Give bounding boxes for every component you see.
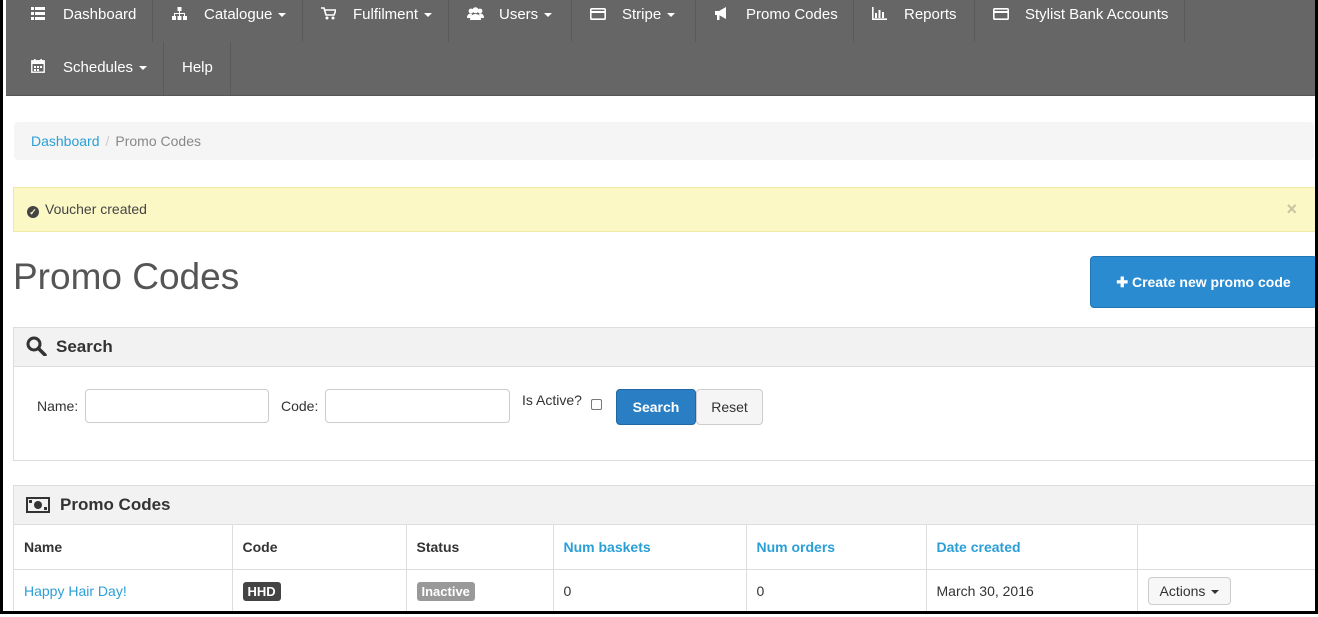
top-navbar: Dashboard Catalogue Fulfilment Users Str…: [6, 0, 1315, 96]
table-row: Happy Hair Day! HHD Inactive 0 0 March 3…: [14, 569, 1315, 611]
nav-fulfilment[interactable]: Fulfilment: [303, 0, 449, 42]
name-input[interactable]: [85, 389, 269, 423]
create-promo-code-button[interactable]: ✚ Create new promo code: [1090, 256, 1315, 308]
is-active-checkbox[interactable]: [591, 399, 602, 410]
promo-codes-panel: Promo Codes Name Code Status Num baskets…: [13, 485, 1315, 611]
row-code-cell: HHD: [232, 569, 407, 611]
app-frame: Dashboard Catalogue Fulfilment Users Str…: [0, 0, 1318, 614]
credit-card-icon: [993, 1, 1009, 20]
bar-chart-icon: [872, 1, 888, 20]
create-promo-code-label: Create new promo code: [1131, 274, 1291, 290]
row-date-created: March 30, 2016: [926, 569, 1138, 611]
alert-message: Voucher created: [45, 201, 147, 217]
col-name: Name: [14, 525, 233, 570]
search-button[interactable]: Search: [616, 389, 696, 425]
list-icon: [31, 1, 47, 20]
name-label: Name:: [37, 398, 79, 414]
promo-codes-table: Name Code Status Num baskets Num orders …: [14, 525, 1315, 611]
cart-icon: [321, 1, 338, 20]
nav-catalogue[interactable]: Catalogue: [154, 0, 303, 42]
row-num-baskets: 0: [553, 569, 747, 611]
code-badge: HHD: [242, 581, 281, 601]
is-active-label: Is Active?: [522, 392, 582, 408]
promo-codes-heading-label: Promo Codes: [60, 495, 171, 514]
col-actions: [1137, 525, 1315, 570]
reset-button[interactable]: Reset: [696, 389, 763, 425]
caret-icon: [667, 13, 676, 17]
row-status-cell: Inactive: [406, 569, 554, 611]
nav-users-label: Users: [499, 6, 539, 23]
nav-stripe-label: Stripe: [622, 6, 662, 23]
caret-icon: [139, 66, 148, 70]
nav-dashboard[interactable]: Dashboard: [13, 0, 153, 42]
breadcrumb-current: Promo Codes: [115, 133, 201, 149]
search-form: Name: Code: Is Active? Search Reset: [14, 389, 1315, 425]
sitemap-icon: [172, 1, 188, 20]
code-input[interactable]: [325, 389, 510, 423]
col-status: Status: [406, 525, 554, 570]
check-circle-icon: ✓: [27, 206, 39, 218]
nav-catalogue-label: Catalogue: [204, 6, 273, 23]
col-code: Code: [232, 525, 407, 570]
success-alert: ✓ Voucher created ×: [13, 187, 1315, 232]
caret-icon: [278, 13, 287, 17]
status-badge: Inactive: [416, 581, 475, 601]
table-header-row: Name Code Status Num baskets Num orders …: [14, 525, 1315, 570]
caret-icon: [1211, 590, 1220, 595]
calendar-icon: [31, 43, 47, 73]
nav-stylist-bank-accounts-label: Stylist Bank Accounts: [1025, 6, 1169, 23]
row-actions-cell: Actions: [1137, 569, 1315, 611]
nav-help[interactable]: Help: [164, 42, 231, 95]
promo-name-link[interactable]: Happy Hair Day!: [24, 583, 127, 599]
nav-schedules-label: Schedules: [63, 59, 134, 76]
search-panel: Search Name: Code: Is Active? Search Res…: [13, 327, 1315, 461]
breadcrumb: Dashboard / Promo Codes: [14, 122, 1314, 160]
row-name-cell: Happy Hair Day!: [14, 569, 233, 611]
nav-reports-label: Reports: [904, 6, 957, 23]
nav-stylist-bank-accounts[interactable]: Stylist Bank Accounts: [975, 0, 1185, 42]
col-num-orders[interactable]: Num orders: [746, 525, 927, 570]
promo-codes-panel-heading: Promo Codes: [14, 486, 1315, 527]
nav-promo-codes[interactable]: Promo Codes: [696, 0, 854, 42]
caret-icon: [544, 13, 553, 17]
bullhorn-icon: [714, 1, 730, 20]
col-date-created[interactable]: Date created: [926, 525, 1138, 570]
nav-reports[interactable]: Reports: [854, 0, 975, 42]
search-heading-label: Search: [56, 337, 113, 356]
users-icon: [467, 1, 484, 20]
nav-help-label: Help: [182, 59, 213, 76]
search-panel-heading: Search: [14, 328, 1315, 370]
nav-dashboard-label: Dashboard: [63, 6, 137, 23]
caret-icon: [424, 13, 433, 17]
nav-fulfilment-label: Fulfilment: [353, 6, 419, 23]
nav-stripe[interactable]: Stripe: [572, 0, 696, 42]
breadcrumb-separator: /: [105, 133, 110, 149]
code-label: Code:: [281, 398, 319, 414]
breadcrumb-dashboard-link[interactable]: Dashboard: [31, 133, 100, 149]
money-icon: [26, 489, 50, 527]
actions-dropdown-button[interactable]: Actions: [1147, 577, 1232, 606]
search-icon: [26, 332, 48, 370]
plus-icon: ✚: [1116, 274, 1129, 290]
close-icon[interactable]: ×: [1286, 188, 1297, 231]
actions-label: Actions: [1159, 583, 1206, 600]
nav-promo-codes-label: Promo Codes: [746, 6, 838, 23]
nav-users[interactable]: Users: [449, 0, 572, 42]
col-num-baskets[interactable]: Num baskets: [553, 525, 747, 570]
row-num-orders: 0: [746, 569, 927, 611]
nav-schedules[interactable]: Schedules: [13, 42, 164, 95]
credit-card-icon: [590, 1, 606, 20]
page-title: Promo Codes: [13, 256, 240, 297]
